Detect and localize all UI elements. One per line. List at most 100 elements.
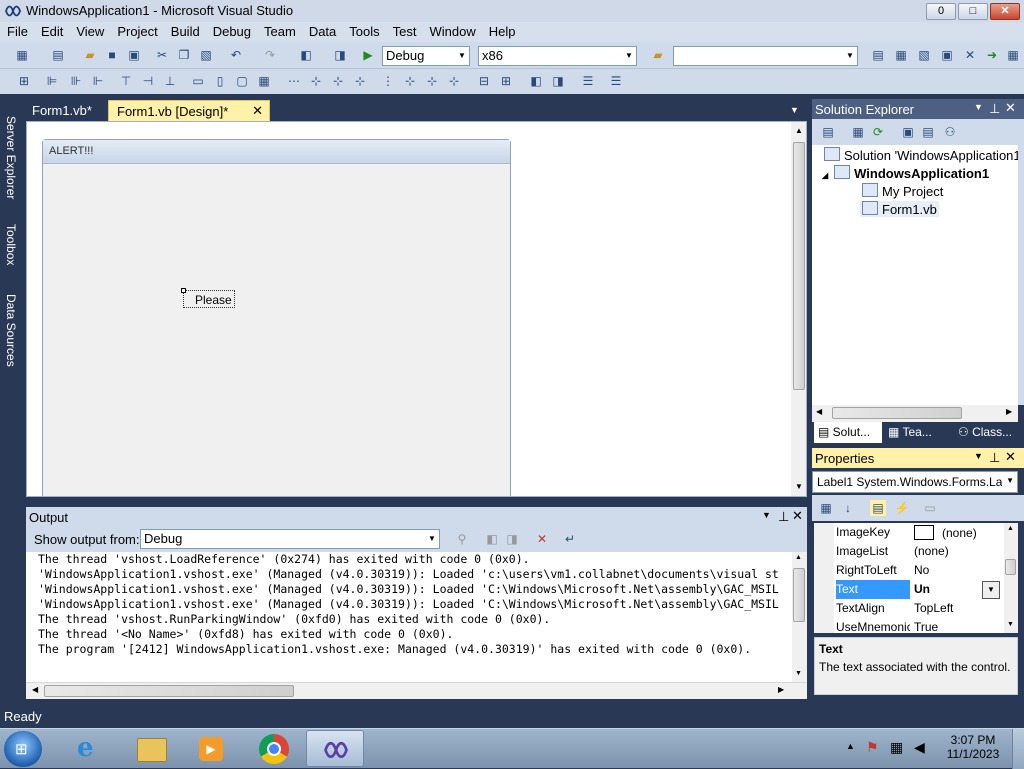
collapse-icon[interactable]: ◢ (822, 171, 828, 180)
navigate-forward-icon[interactable]: ◨ (332, 47, 348, 63)
minimize-button[interactable]: 0 (926, 3, 956, 20)
property-dropdown-button[interactable]: ▼ (982, 581, 1000, 599)
close-tab-icon[interactable]: ✕ (252, 103, 263, 119)
label-control[interactable]: Please (183, 290, 235, 308)
scroll-right-icon[interactable]: ▶ (1006, 407, 1012, 416)
menu-file[interactable]: File (0, 22, 34, 42)
scroll-left-icon[interactable]: ◀ (816, 407, 822, 416)
menu-team[interactable]: Team (257, 22, 302, 42)
save-icon[interactable]: ■ (104, 47, 120, 63)
menu-view[interactable]: View (69, 22, 110, 42)
start-debugging-icon[interactable]: ▶ (360, 47, 376, 63)
redo-icon[interactable]: ↷ (262, 47, 278, 63)
resize-handle[interactable] (181, 288, 186, 293)
alphabetical-icon[interactable]: ↓ (840, 500, 856, 516)
decrease-vertical-spacing-icon[interactable]: ⊹ (424, 73, 440, 89)
tab-dropdown-icon[interactable]: ▼ (790, 105, 799, 115)
align-centers-icon[interactable]: ⊪ (68, 73, 84, 89)
navigate-backward-icon[interactable]: ◧ (298, 47, 314, 63)
horizontal-spacing-icon[interactable]: ⋯ (286, 73, 302, 89)
pin-icon[interactable]: ⊥ (778, 509, 789, 525)
scroll-thumb[interactable] (1005, 559, 1016, 575)
property-value-input[interactable]: Un (914, 582, 930, 596)
close-panel-icon[interactable]: ✕ (792, 508, 803, 524)
show-desktop-button[interactable] (1012, 729, 1024, 769)
scroll-thumb[interactable] (793, 142, 805, 390)
scroll-thumb[interactable] (832, 407, 962, 419)
scroll-left-icon[interactable]: ◀ (32, 685, 38, 694)
scroll-down-icon[interactable]: ▼ (795, 482, 803, 491)
panel-menu-icon[interactable]: ▼ (762, 510, 771, 520)
pin-icon[interactable]: ⊥ (989, 101, 1000, 117)
remove-horizontal-spacing-icon[interactable]: ⊹ (352, 73, 368, 89)
tab-class-view[interactable]: ⚇ Class... (954, 422, 1024, 443)
tab-form1-vb[interactable]: Form1.vb* (24, 100, 100, 121)
scroll-down-icon[interactable]: ▼ (795, 670, 802, 677)
menu-help[interactable]: Help (482, 22, 522, 42)
tree-item-project[interactable]: ◢ WindowsApplication1 (822, 165, 989, 181)
show-hidden-icons-icon[interactable]: ▲ (846, 741, 855, 751)
property-grid-scrollbar[interactable]: ▲ ▼ (1004, 523, 1018, 633)
increase-horizontal-spacing-icon[interactable]: ⊹ (308, 73, 324, 89)
pin-icon[interactable]: ⊥ (989, 450, 1000, 466)
close-panel-icon[interactable]: ✕ (1005, 100, 1016, 116)
menu-project[interactable]: Project (110, 22, 163, 42)
scroll-up-icon[interactable]: ▲ (795, 126, 803, 135)
scroll-up-icon[interactable]: ▲ (795, 554, 802, 561)
tree-item-solution[interactable]: Solution 'WindowsApplication1' (1 projec… (824, 147, 1018, 163)
scroll-right-icon[interactable]: ▶ (778, 685, 784, 694)
menu-edit[interactable]: Edit (34, 22, 69, 42)
action-center-icon[interactable]: ⚑ (866, 739, 879, 756)
next-message-icon[interactable]: ◨ (504, 531, 520, 547)
show-all-files-icon[interactable]: ▦ (850, 124, 866, 140)
media-player-button[interactable]: ▶ (182, 730, 240, 767)
center-horizontally-icon[interactable]: ⊟ (476, 73, 492, 89)
make-same-height-icon[interactable]: ▯ (212, 73, 228, 89)
property-row[interactable]: UseMnemonic True (814, 618, 1004, 633)
lock-controls-icon[interactable]: ☰ (608, 73, 624, 89)
refresh-icon[interactable]: ⟳ (870, 124, 886, 140)
solution-explorer-icon[interactable]: ▤ (870, 47, 886, 63)
property-row[interactable]: ImageList (none) (814, 542, 1004, 561)
form-preview[interactable]: ALERT!!! Please (42, 139, 511, 496)
clock[interactable]: 3:07 PM 11/1/2023 (938, 733, 1008, 761)
open-file-icon[interactable]: ▰ (82, 47, 98, 63)
solution-platform-dropdown[interactable]: x86 ▼ (478, 46, 637, 66)
make-same-width-icon[interactable]: ▭ (190, 73, 206, 89)
close-button[interactable]: ✕ (990, 3, 1020, 20)
events-icon[interactable]: ⚡ (894, 500, 910, 516)
network-icon[interactable]: ▦ (890, 739, 903, 756)
output-vertical-scrollbar[interactable]: ▲ ▼ (792, 552, 807, 682)
tab-team-explorer[interactable]: ▦ Tea... (884, 422, 952, 443)
size-to-grid-icon[interactable]: ▦ (256, 73, 272, 89)
properties-window-icon[interactable]: ▦ (893, 47, 909, 63)
toolbox-icon[interactable]: ▣ (939, 47, 955, 63)
data-sources-tab[interactable]: Data Sources (2, 294, 18, 367)
output-text[interactable]: The thread 'vshost.LoadReference' (0x274… (26, 552, 792, 682)
center-vertically-icon[interactable]: ⊞ (498, 73, 514, 89)
paste-icon[interactable]: ▧ (198, 47, 214, 63)
new-project-icon[interactable]: ▦ (14, 47, 30, 63)
panel-menu-icon[interactable]: ▼ (974, 451, 983, 461)
object-selector[interactable]: Label1 System.Windows.Forms.Label ▼ (812, 471, 1018, 493)
find-in-files-icon[interactable]: ▰ (650, 47, 666, 63)
chrome-button[interactable] (244, 730, 302, 767)
property-pages-icon[interactable]: ▭ (922, 500, 938, 516)
scroll-thumb[interactable] (44, 685, 294, 697)
tab-solution-explorer[interactable]: ▤ Solut... (814, 422, 882, 443)
undo-icon[interactable]: ↶ (228, 47, 244, 63)
decrease-horizontal-spacing-icon[interactable]: ⊹ (330, 73, 346, 89)
align-bottoms-icon[interactable]: ⊥ (162, 73, 178, 89)
previous-message-icon[interactable]: ◧ (484, 531, 500, 547)
send-to-back-icon[interactable]: ◨ (550, 73, 566, 89)
add-item-icon[interactable]: ▤ (50, 47, 66, 63)
scroll-down-icon[interactable]: ▼ (1007, 621, 1014, 628)
file-explorer-button[interactable] (122, 730, 180, 767)
start-page-icon[interactable]: ➜ (984, 47, 1000, 63)
object-browser-icon[interactable]: ▧ (916, 47, 932, 63)
align-rights-icon[interactable]: ⊩ (90, 73, 106, 89)
output-source-dropdown[interactable]: Debug ▼ (140, 529, 440, 549)
bring-to-front-icon[interactable]: ◧ (528, 73, 544, 89)
internet-explorer-button[interactable]: e (60, 730, 118, 767)
save-all-icon[interactable]: ▣ (126, 47, 142, 63)
